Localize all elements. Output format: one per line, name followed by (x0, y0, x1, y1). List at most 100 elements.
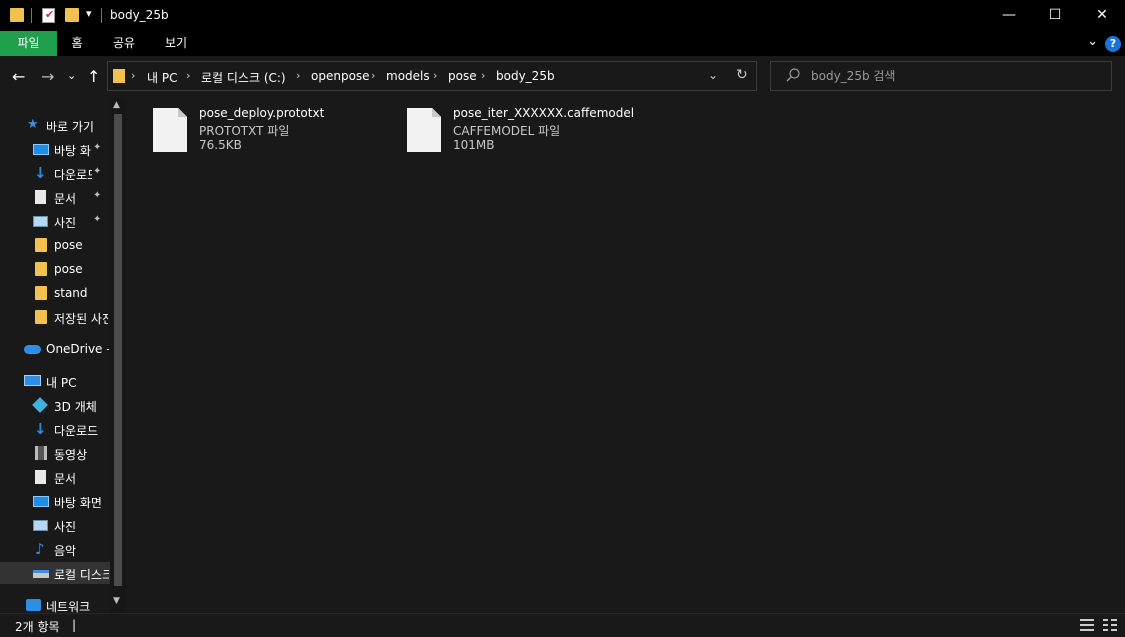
file-name: pose_deploy.prototxt (199, 106, 325, 120)
sidebar-item-onedrive[interactable]: OneDrive - Personal (0, 338, 110, 360)
address-row: ← → ⌄ ↑ › 내 PC › 로컬 디스크 (C:) › openpose … (0, 56, 1125, 98)
address-bar[interactable]: › 내 PC › 로컬 디스크 (C:) › openpose › models… (107, 61, 757, 91)
sidebar-item-quick-access[interactable]: ▸ ★ 바로 가기 (0, 114, 110, 136)
sidebar-item-label: 내 PC (46, 376, 77, 390)
pin-icon: ✦ (93, 142, 102, 153)
close-button[interactable]: ✕ (1079, 0, 1125, 31)
sidebar-item-recent-stand[interactable]: stand (0, 282, 110, 304)
pin-icon: ✦ (93, 214, 102, 225)
large-icons-view-icon[interactable] (1103, 619, 1117, 631)
sidebar-item-pictures[interactable]: 사진 (0, 514, 110, 536)
document-icon (35, 470, 46, 484)
sidebar-item-3d-objects[interactable]: 3D 개체 (0, 394, 110, 416)
maximize-button[interactable]: ☐ (1032, 0, 1078, 31)
desktop-icon (33, 144, 49, 155)
star-icon: ★ (27, 117, 39, 132)
video-icon (35, 446, 47, 460)
sidebar-item-label: 사진 (54, 520, 77, 534)
tab-share[interactable]: 공유 (106, 31, 142, 56)
sidebar-item-label: 다운로드 (54, 168, 92, 182)
back-button[interactable]: ← (12, 67, 25, 86)
sidebar-item-recent-pose-1[interactable]: pose (0, 234, 110, 256)
properties-icon[interactable] (42, 8, 55, 23)
separator (31, 8, 32, 23)
scroll-up-icon[interactable]: ▲ (113, 100, 120, 110)
navigation-scrollbar[interactable]: ▲ ▼ (110, 98, 125, 613)
new-folder-icon[interactable] (65, 8, 79, 22)
sidebar-item-downloads-pinned[interactable]: ↓ 다운로드 ✦ (0, 162, 110, 184)
drive-icon (33, 570, 49, 578)
sidebar-item-documents-pinned[interactable]: 문서 ✦ (0, 186, 110, 208)
sidebar-item-local-disk[interactable]: 로컬 디스크 (C:) (0, 562, 110, 584)
computer-icon (24, 375, 41, 386)
sidebar-item-label: 바로 가기 (46, 120, 94, 134)
sidebar-item-label: 문서 (54, 472, 77, 486)
folder-icon (113, 69, 125, 83)
chevron-down-icon[interactable]: ▸ (10, 118, 15, 129)
tab-file[interactable]: 파일 (0, 31, 57, 56)
pictures-icon (33, 216, 48, 227)
sidebar-item-videos[interactable]: 동영상 (0, 442, 110, 464)
tab-home[interactable]: 홈 (62, 31, 92, 56)
minimize-button[interactable]: — (986, 0, 1032, 31)
sidebar-item-pictures-pinned[interactable]: 사진 ✦ (0, 210, 110, 232)
tab-view[interactable]: 보기 (158, 31, 194, 56)
file-size: 76.5KB (199, 138, 242, 152)
cube-icon (32, 397, 48, 413)
expand-ribbon-icon[interactable]: ⌄ (1087, 34, 1098, 49)
breadcrumb-body-25b[interactable]: body_25b (496, 69, 555, 83)
search-input[interactable] (811, 68, 1101, 84)
file-list: pose_deploy.prototxt PROTOTXT 파일 76.5KB … (125, 98, 1125, 613)
scroll-down-icon[interactable]: ▼ (113, 596, 120, 606)
recent-locations-button[interactable]: ⌄ (67, 69, 76, 82)
cloud-icon (24, 345, 41, 354)
forward-button[interactable]: → (41, 67, 54, 86)
file-name: pose_iter_XXXXXX.caffemodel (453, 106, 635, 120)
sidebar-item-label: pose (54, 238, 83, 252)
file-item[interactable]: pose_deploy.prototxt PROTOTXT 파일 76.5KB (125, 103, 365, 159)
breadcrumb-this-pc[interactable]: 내 PC (147, 69, 177, 86)
file-size: 101MB (453, 138, 495, 152)
folder-icon (35, 286, 47, 300)
help-button[interactable]: ? (1105, 36, 1121, 52)
refresh-icon[interactable]: ↻ (736, 67, 748, 83)
sidebar-item-label: pose (54, 262, 83, 276)
breadcrumb-separator[interactable]: › (481, 69, 485, 82)
details-view-icon[interactable] (1080, 619, 1094, 631)
scroll-thumb[interactable] (114, 114, 122, 586)
breadcrumb-local-disk[interactable]: 로컬 디스크 (C:) (201, 69, 286, 86)
sidebar-item-documents[interactable]: 문서 (0, 466, 110, 488)
sidebar-item-network[interactable]: 네트워크 (0, 594, 110, 613)
sidebar-item-music[interactable]: ♪ 음악 (0, 538, 110, 560)
sidebar-item-downloads[interactable]: ↓ 다운로드 (0, 418, 110, 440)
up-button[interactable]: ↑ (87, 67, 100, 86)
breadcrumb-pose[interactable]: pose (448, 69, 477, 83)
file-type: PROTOTXT 파일 (199, 124, 290, 138)
breadcrumb-separator[interactable]: › (433, 69, 437, 82)
sidebar-item-recent-saved-pictures[interactable]: 저장된 사진 (0, 306, 110, 328)
sidebar-item-label: 문서 (54, 192, 77, 206)
sidebar-item-label: 네트워크 (46, 600, 91, 613)
sidebar-item-label: 로컬 디스크 (C:) (54, 568, 109, 582)
breadcrumb-separator[interactable]: › (131, 69, 135, 82)
file-item[interactable]: pose_iter_XXXXXX.caffemodel CAFFEMODEL 파… (379, 103, 634, 159)
sidebar-item-recent-pose-2[interactable]: pose (0, 258, 110, 280)
sidebar-item-label: OneDrive - Personal (46, 342, 109, 356)
customize-quick-access-icon[interactable]: ▾ (86, 7, 92, 20)
separator (101, 8, 102, 23)
sidebar-item-desktop[interactable]: 바탕 화면 (0, 490, 110, 512)
breadcrumb-separator[interactable]: › (371, 69, 375, 82)
sidebar-item-label: 바탕 화면 (54, 144, 92, 158)
breadcrumb-openpose[interactable]: openpose (311, 69, 370, 83)
breadcrumb-models[interactable]: models (386, 69, 430, 83)
sidebar-item-desktop-pinned[interactable]: 바탕 화면 ✦ (0, 138, 110, 160)
address-history-dropdown[interactable]: ⌄ (708, 68, 718, 82)
sidebar-item-this-pc[interactable]: 내 PC (0, 370, 110, 392)
search-box[interactable] (770, 61, 1112, 91)
folder-icon (35, 238, 47, 252)
search-icon (786, 68, 800, 82)
breadcrumb-separator[interactable]: › (296, 69, 300, 82)
folder-icon (10, 8, 24, 22)
breadcrumb-separator[interactable]: › (186, 69, 190, 82)
network-icon (26, 599, 41, 611)
